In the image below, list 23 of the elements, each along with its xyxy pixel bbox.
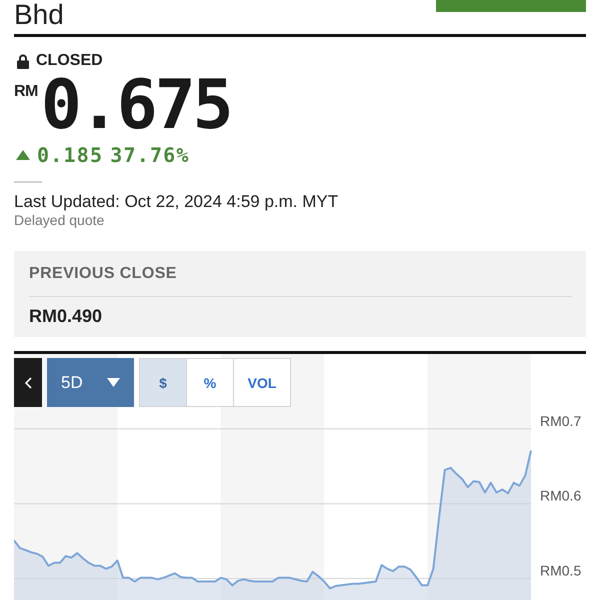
market-status: CLOSED: [36, 53, 103, 69]
lock-icon: [17, 54, 29, 68]
axis-label: RM0.6: [540, 488, 582, 504]
previous-close-value: RM0.490: [29, 306, 104, 326]
triangle-up-icon: [16, 150, 30, 160]
delayed-quote-note: Delayed quote: [14, 212, 106, 228]
previous-close-label: PREVIOUS CLOSE: [29, 265, 178, 283]
view-toggle[interactable]: %: [186, 358, 234, 407]
caret-icon: [107, 378, 120, 387]
stock-price: 0.675: [40, 76, 231, 136]
view-toggle[interactable]: $: [139, 358, 187, 407]
axis-label: RM0.5: [540, 562, 582, 579]
chevron-left-icon: [24, 376, 32, 388]
currency-label: RM: [14, 84, 38, 100]
view-toggle[interactable]: VOL: [233, 358, 291, 407]
range-dropdown[interactable]: 5D: [47, 358, 134, 407]
back-button[interactable]: [14, 358, 42, 407]
last-updated-text: Last Updated: Oct 22, 2024 4:59 p.m. MYT: [14, 192, 340, 212]
percent-change: 37.76%: [110, 144, 190, 166]
action-button[interactable]: [436, 0, 586, 12]
price-change: 0.185: [37, 144, 104, 166]
page-title: Bhd: [14, 0, 64, 30]
axis-label: RM0.7: [540, 412, 582, 429]
